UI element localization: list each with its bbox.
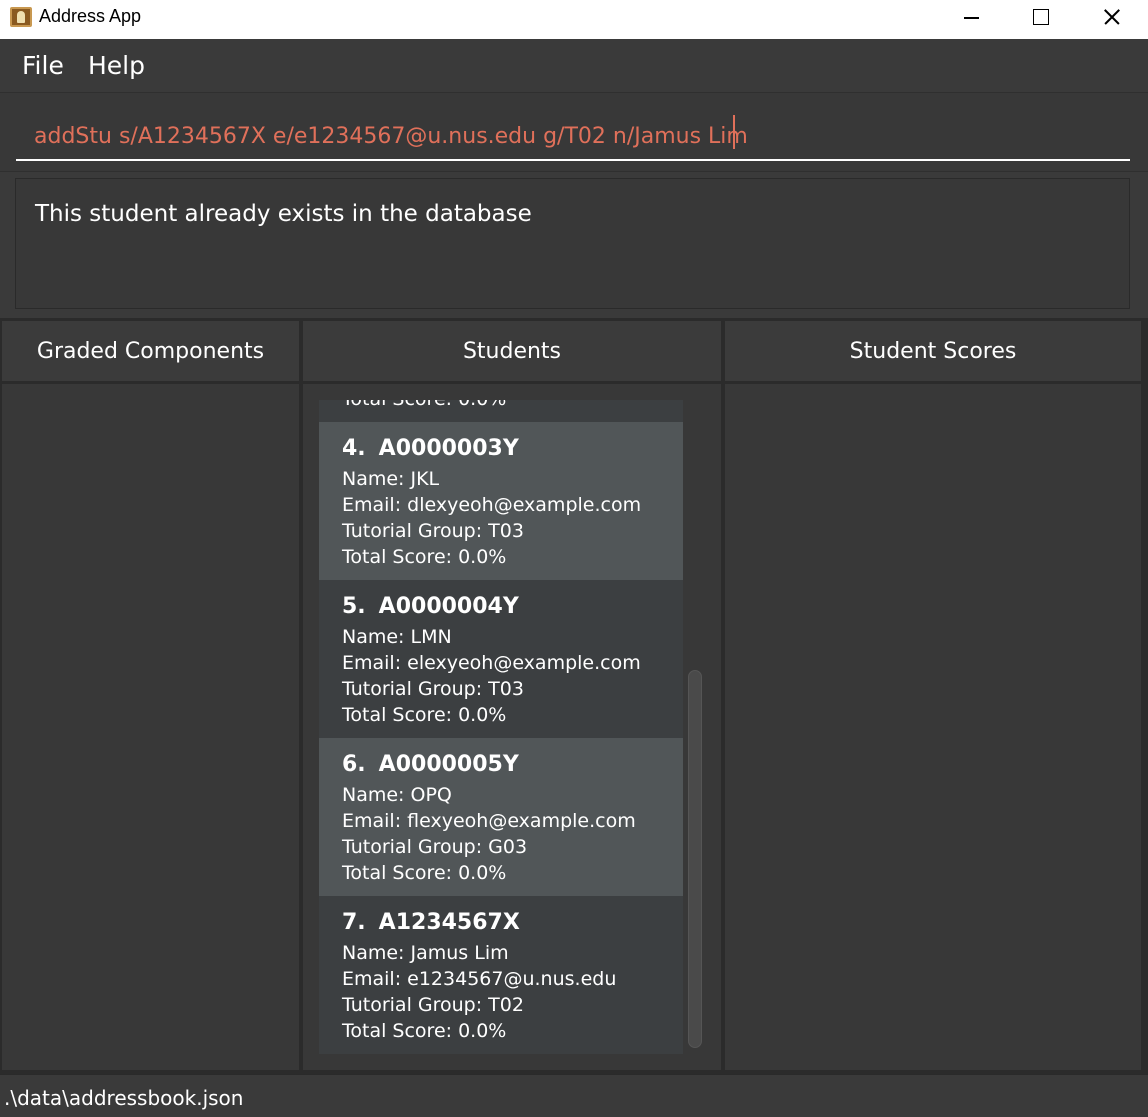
student-name: Name: JKL bbox=[342, 468, 440, 490]
student-email: Email: elexyeoh@example.com bbox=[342, 652, 641, 674]
menu-file[interactable]: File bbox=[22, 51, 64, 80]
student-scores-panel bbox=[725, 384, 1141, 1070]
students-header: Students bbox=[303, 321, 721, 381]
students-panel: Total Score: 0.0% 4. A0000003Y Name: JKL … bbox=[303, 384, 721, 1070]
student-title: 7. A1234567X bbox=[342, 910, 683, 940]
text-caret bbox=[733, 115, 735, 149]
panels-container: Graded Components Students Total Score: … bbox=[0, 318, 1148, 1074]
menu-bar: File Help bbox=[0, 39, 1148, 92]
list-item[interactable]: 4. A0000003Y Name: JKL Email: dlexyeoh@ex… bbox=[319, 422, 683, 580]
result-display: This student already exists in the datab… bbox=[15, 178, 1130, 309]
student-name: Name: Jamus Lim bbox=[342, 942, 509, 964]
student-tutorial-group: Tutorial Group: T03 bbox=[342, 520, 524, 542]
student-id: A0000004Y bbox=[378, 594, 519, 619]
student-list: Total Score: 0.0% 4. A0000003Y Name: JKL … bbox=[319, 400, 683, 1054]
graded-components-panel bbox=[2, 384, 299, 1070]
student-tutorial-group: Tutorial Group: T03 bbox=[342, 678, 524, 700]
student-index: 4. bbox=[342, 436, 366, 461]
student-list-view[interactable]: Total Score: 0.0% 4. A0000003Y Name: JKL … bbox=[319, 400, 683, 1054]
student-total-score: Total Score: 0.0% bbox=[342, 704, 507, 726]
student-total-score: Total Score: 0.0% bbox=[342, 1020, 507, 1042]
list-item-partial[interactable]: Total Score: 0.0% bbox=[319, 400, 683, 422]
student-id: A1234567X bbox=[378, 910, 520, 935]
student-email: Email: dlexyeoh@example.com bbox=[342, 494, 642, 516]
list-item[interactable]: 5. A0000004Y Name: LMN Email: elexyeoh@ex… bbox=[319, 580, 683, 738]
student-id: A0000003Y bbox=[378, 436, 519, 461]
student-email: Email: e1234567@u.nus.edu bbox=[342, 968, 617, 990]
result-display-area: This student already exists in the datab… bbox=[0, 172, 1148, 318]
student-total-score: Total Score: 0.0% bbox=[342, 862, 507, 884]
minimize-icon[interactable] bbox=[936, 0, 1006, 39]
status-bar: .\data\addressbook.json bbox=[0, 1074, 1148, 1117]
command-box bbox=[0, 92, 1148, 172]
window-title-bar: Address App bbox=[0, 0, 1148, 39]
student-title: 5. A0000004Y bbox=[342, 594, 683, 624]
command-input[interactable] bbox=[16, 113, 1130, 161]
menu-help[interactable]: Help bbox=[88, 51, 145, 80]
student-name: Name: LMN bbox=[342, 626, 452, 648]
student-total-score: Total Score: 0.0% bbox=[342, 400, 683, 412]
student-name: Name: OPQ bbox=[342, 784, 452, 806]
student-title: 6. A0000005Y bbox=[342, 752, 683, 782]
graded-components-header: Graded Components bbox=[2, 321, 299, 381]
student-total-score: Total Score: 0.0% bbox=[342, 546, 507, 568]
student-tutorial-group: Tutorial Group: T02 bbox=[342, 994, 524, 1016]
student-email: Email: flexyeoh@example.com bbox=[342, 810, 636, 832]
student-index: 6. bbox=[342, 752, 366, 777]
student-title: 4. A0000003Y bbox=[342, 436, 683, 466]
student-scores-header: Student Scores bbox=[725, 321, 1141, 381]
student-id: A0000005Y bbox=[378, 752, 519, 777]
maximize-icon[interactable] bbox=[1005, 0, 1075, 39]
student-tutorial-group: Tutorial Group: G03 bbox=[342, 836, 528, 858]
save-file-path: .\data\addressbook.json bbox=[4, 1086, 244, 1110]
window-title: Address App bbox=[39, 6, 142, 26]
list-item[interactable]: 6. A0000005Y Name: OPQ Email: flexyeoh@ex… bbox=[319, 738, 683, 896]
list-item[interactable]: 7. A1234567X Name: Jamus Lim Email: e1234… bbox=[319, 896, 683, 1054]
result-message: This student already exists in the datab… bbox=[35, 201, 532, 227]
address-book-app-icon bbox=[10, 7, 32, 27]
student-list-scrollbar[interactable] bbox=[688, 670, 702, 1048]
close-icon[interactable] bbox=[1076, 0, 1146, 39]
student-index: 7. bbox=[342, 910, 366, 935]
student-index: 5. bbox=[342, 594, 366, 619]
